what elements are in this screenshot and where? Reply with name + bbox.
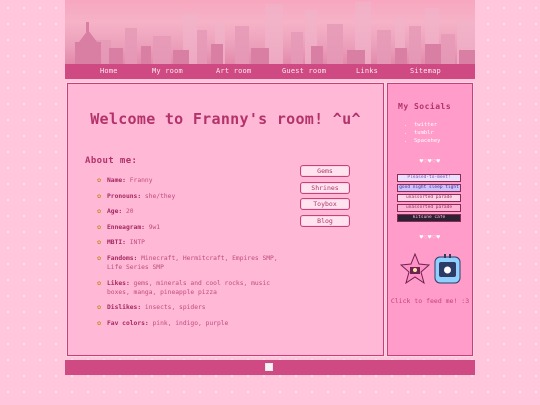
star-icon: ✿: [97, 191, 102, 200]
about-item-fav-colors: ✿ Fav colors: pink, indigo, purple: [97, 319, 282, 328]
blog-button[interactable]: Blog: [300, 214, 350, 227]
about-key: MBTI:: [107, 239, 126, 247]
hearts-divider: ♥♡♥♡♥: [419, 158, 441, 165]
about-value: 9w1: [148, 223, 161, 231]
nav-link-my-room[interactable]: My room: [152, 67, 183, 75]
star-icon: ✿: [97, 303, 102, 312]
feed-me-text: Click to feed me! :3: [390, 297, 470, 305]
about-key: Fandoms:: [107, 254, 138, 262]
about-value: 20: [125, 208, 134, 216]
badge-button[interactable]: kitsune cafe: [397, 214, 461, 222]
header-banner: [65, 0, 475, 64]
socials-sidebar: My Socials twitter tumblr Spacehey ♥♡♥♡♥…: [386, 82, 474, 357]
hearts-divider: ♥♡♥♡♥: [419, 234, 441, 241]
shrines-button[interactable]: Shrines: [300, 181, 350, 194]
about-key: Age:: [107, 208, 123, 216]
nav-link-guest-room[interactable]: Guest room: [282, 67, 326, 75]
about-heading: About me:: [85, 156, 138, 166]
star-icon: ✿: [97, 238, 102, 247]
badge-button[interactable]: unassorted parade: [397, 194, 461, 202]
about-item-enneagram: ✿ Enneagram: 9w1: [97, 223, 282, 232]
broken-image-icon: [265, 363, 273, 371]
about-value: she/they: [144, 192, 176, 200]
about-key: Fav colors:: [107, 319, 149, 327]
nav-link-art-room[interactable]: Art room: [216, 67, 251, 75]
tumblr-link[interactable]: tumblr: [414, 130, 434, 136]
star-icon: ✿: [97, 253, 102, 262]
social-link-item: Spacehey: [414, 138, 441, 146]
badge-button[interactable]: unassorted parade: [397, 204, 461, 212]
about-item-mbti: ✿ MBTI: INTP: [97, 238, 282, 247]
main-nav: Home My room Art room Guest room Links S…: [65, 64, 475, 79]
about-key: Pronouns:: [107, 192, 142, 200]
about-item-age: ✿ Age: 20: [97, 207, 282, 216]
about-value: gems, minerals and cool rocks, music box…: [107, 279, 271, 296]
star-icon: ✿: [97, 176, 102, 184]
about-list: ✿ Name: Franny ✿ Pronouns: she/they ✿ Age: …: [97, 176, 282, 334]
main-content-panel: Welcome to Franny's room! ^u^ About me: …: [66, 82, 385, 357]
about-item-pronouns: ✿ Pronouns: she/they: [97, 192, 282, 201]
social-link-item: twitter: [414, 122, 441, 130]
about-value: INTP: [129, 239, 145, 247]
twitter-link[interactable]: twitter: [414, 122, 437, 128]
nav-link-home[interactable]: Home: [100, 67, 118, 75]
about-value: pink, indigo, purple: [152, 319, 229, 327]
footer-bar: [65, 360, 475, 375]
star-icon: ✿: [97, 318, 102, 327]
virtual-pets[interactable]: [400, 253, 462, 287]
toybox-button[interactable]: Toybox: [300, 198, 350, 210]
section-buttons: Gems Shrines Toybox Blog: [300, 165, 350, 231]
about-key: Name:: [107, 177, 126, 184]
badge-button[interactable]: Pleased-to-meet!: [397, 174, 461, 182]
about-key: Likes:: [107, 279, 130, 287]
star-icon: ✿: [97, 222, 102, 231]
spacehey-link[interactable]: Spacehey: [414, 138, 441, 144]
star-pet-icon[interactable]: [400, 253, 431, 285]
badge-button[interactable]: good night sleep tight: [397, 184, 461, 192]
about-value: Franny: [129, 177, 153, 184]
star-icon: ✿: [97, 278, 102, 287]
about-item-fandoms: ✿ Fandoms: Minecraft, Hermitcraft, Empire…: [97, 254, 282, 272]
star-icon: ✿: [97, 207, 102, 216]
city-skyline-image: [75, 2, 475, 64]
site-container: Home My room Art room Guest room Links S…: [65, 0, 475, 375]
socials-list: twitter tumblr Spacehey: [414, 122, 441, 145]
tv-pet-icon[interactable]: [434, 254, 461, 284]
about-key: Enneagram:: [107, 223, 145, 231]
button-badges: Pleased-to-meet! good night sleep tight …: [397, 174, 461, 224]
gems-button[interactable]: Gems: [300, 165, 350, 177]
about-key: Dislikes:: [107, 304, 142, 312]
social-link-item: tumblr: [414, 130, 441, 138]
about-item-likes: ✿ Likes: gems, minerals and cool rocks, m…: [97, 279, 282, 297]
about-item-dislikes: ✿ Dislikes: insects, spiders: [97, 303, 282, 312]
about-item-name: ✿ Name: Franny: [97, 176, 282, 185]
about-value: insects, spiders: [144, 304, 206, 312]
socials-heading: My Socials: [398, 102, 452, 111]
page-title: Welcome to Franny's room! ^u^: [90, 110, 361, 128]
nav-link-sitemap[interactable]: Sitemap: [410, 67, 441, 75]
nav-link-links[interactable]: Links: [356, 67, 378, 75]
